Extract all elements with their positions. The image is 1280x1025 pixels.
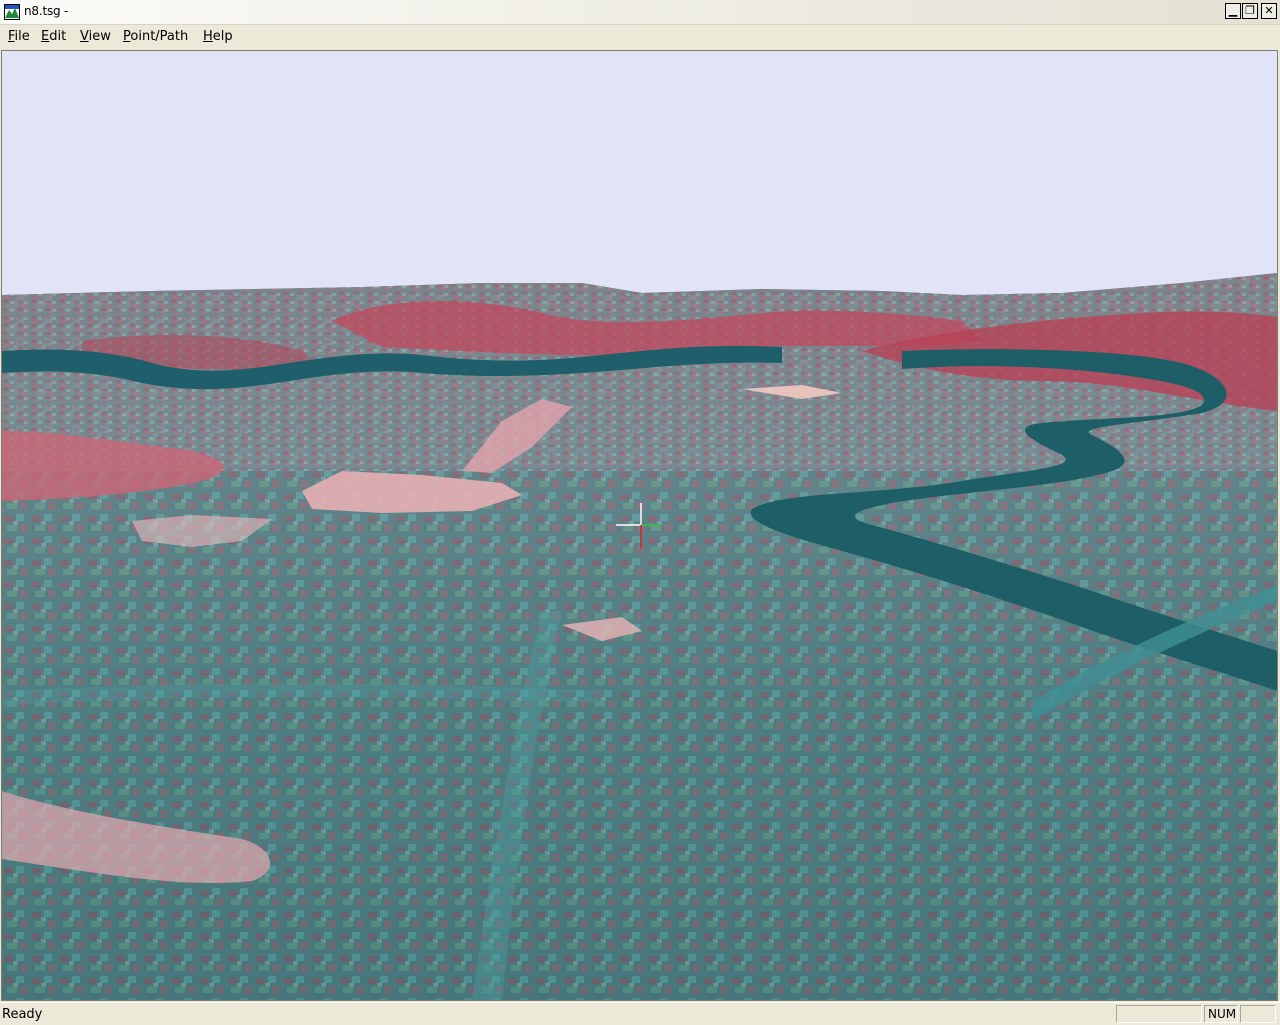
status-pane-1 <box>1116 1005 1202 1023</box>
menu-file-label: File <box>8 29 30 44</box>
menu-edit[interactable]: Edit <box>41 29 66 44</box>
menu-view[interactable]: View <box>80 29 111 44</box>
terrain-canvas[interactable] <box>2 51 1277 1000</box>
status-pane-3 <box>1240 1005 1276 1023</box>
menu-view-label: View <box>80 29 111 44</box>
terrain-app-icon <box>4 4 20 20</box>
menu-help[interactable]: Help <box>203 29 233 44</box>
close-icon: ✕ <box>1264 4 1274 17</box>
menu-bar: File Edit View Point/Path Help <box>0 25 1280 49</box>
restore-icon: ❐ <box>1245 4 1255 17</box>
menu-file[interactable]: File <box>8 29 30 44</box>
restore-button[interactable]: ❐ <box>1242 3 1258 19</box>
menu-point-path[interactable]: Point/Path <box>123 29 188 44</box>
status-text: Ready <box>2 1007 43 1022</box>
window-title: n8.tsg - <box>24 4 69 18</box>
minimize-button[interactable]: ▁ <box>1225 3 1241 19</box>
menu-edit-label: Edit <box>41 29 67 44</box>
status-bar: Ready NUM <box>0 1002 1280 1025</box>
menu-help-label: Help <box>203 29 233 44</box>
status-pane-num: NUM <box>1204 1005 1238 1023</box>
close-button[interactable]: ✕ <box>1261 3 1277 19</box>
title-bar[interactable]: n8.tsg - ▁ ❐ ✕ <box>0 0 1280 25</box>
minimize-icon: ▁ <box>1228 4 1238 17</box>
menu-point-path-label: Point/Path <box>123 29 189 44</box>
3d-terrain-view[interactable] <box>1 50 1278 1001</box>
